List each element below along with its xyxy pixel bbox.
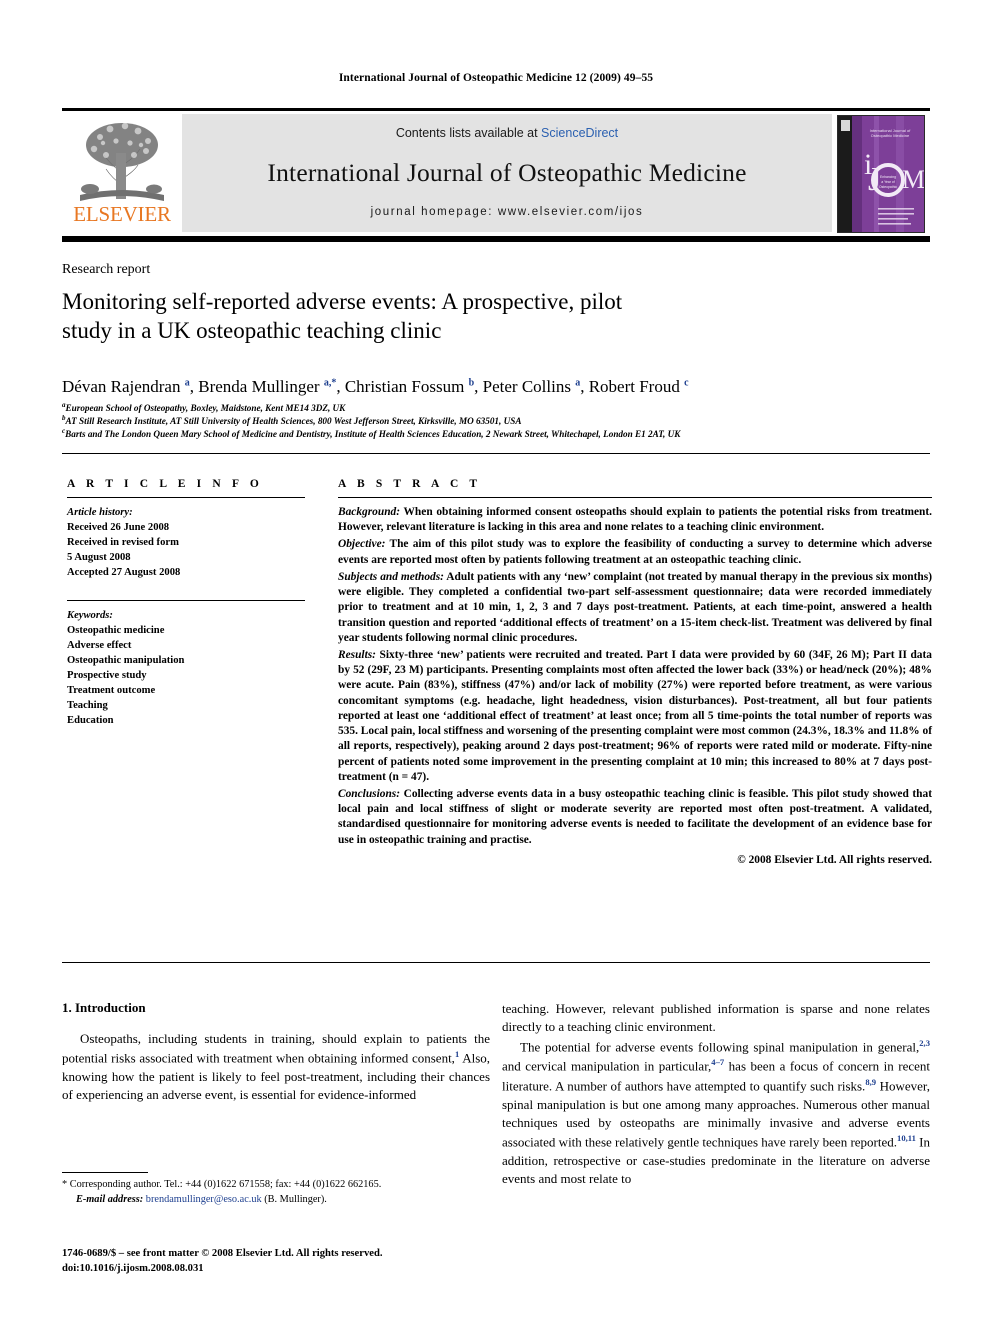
citation-ref[interactable]: 8,9 bbox=[865, 1077, 876, 1087]
abstract-text-background: When obtaining informed consent osteopat… bbox=[338, 506, 932, 534]
abstract-label-conclusions: Conclusions: bbox=[338, 787, 401, 800]
abstract-band-bottom-rule bbox=[62, 962, 930, 963]
svg-text:M: M bbox=[902, 165, 925, 194]
affiliation-c: cBarts and The London Queen Mary School … bbox=[62, 426, 942, 441]
publisher-logo: ELSEVIER bbox=[62, 111, 182, 236]
keywords-block: Keywords: Osteopathic medicine Adverse e… bbox=[67, 608, 305, 728]
author-list: Dévan Rajendran a, Brenda Mullinger a,*,… bbox=[62, 377, 689, 396]
journal-masthead: ELSEVIER Contents lists available at Sci… bbox=[62, 108, 930, 242]
citation-ref[interactable]: 10,11 bbox=[897, 1133, 916, 1143]
issn-front-matter: 1746-0689/$ – see front matter © 2008 El… bbox=[62, 1248, 383, 1259]
citation-ref[interactable]: 2,3 bbox=[919, 1038, 930, 1048]
keyword-item: Osteopathic medicine bbox=[67, 625, 165, 637]
abstract-paragraph-results: Results: Sixty-three ‘new’ patients were… bbox=[338, 648, 932, 785]
keywords-label: Keywords: bbox=[67, 610, 113, 622]
keyword-item: Adverse effect bbox=[67, 640, 132, 652]
abstract-paragraph-background: Background: When obtaining informed cons… bbox=[338, 505, 932, 535]
intro-paragraph-2: The potential for adverse events followi… bbox=[502, 1037, 930, 1187]
article-history-block: Article history: Received 26 June 2008 R… bbox=[67, 505, 305, 580]
corresponding-author-text: Corresponding author. Tel.: +44 (0)1622 … bbox=[67, 1179, 382, 1190]
journal-cover-thumbnail: International Journal of Osteopathic Med… bbox=[837, 114, 925, 233]
contents-list-line: Contents lists available at ScienceDirec… bbox=[396, 126, 618, 140]
keyword-item: Prospective study bbox=[67, 670, 147, 682]
abstract-paragraph-objective: Objective: The aim of this pilot study w… bbox=[338, 537, 932, 567]
citation-ref[interactable]: 1 bbox=[455, 1049, 459, 1059]
abstract-text-conclusions: Collecting adverse events data in a busy… bbox=[338, 787, 932, 846]
journal-homepage[interactable]: journal homepage: www.elsevier.com/ijos bbox=[371, 206, 644, 218]
abstract-heading: A B S T R A C T bbox=[338, 478, 482, 490]
history-line-2: Received in revised form bbox=[67, 537, 179, 549]
abstract-band-top-rule bbox=[62, 453, 930, 454]
elsevier-tree-icon bbox=[70, 115, 174, 203]
journal-cover: International Journal of Osteopathic Med… bbox=[832, 111, 930, 236]
affiliation-text-c: Barts and The London Queen Mary School o… bbox=[65, 429, 681, 440]
affiliation-text-b: AT Still Research Institute, AT Still Un… bbox=[65, 416, 522, 427]
email-link[interactable]: brendamullinger@eso.ac.uk bbox=[146, 1194, 262, 1205]
article-info-heading: A R T I C L E I N F O bbox=[67, 478, 263, 490]
article-page: International Journal of Osteopathic Med… bbox=[0, 0, 992, 1323]
email-owner: (B. Mullinger). bbox=[261, 1193, 327, 1205]
running-head: International Journal of Osteopathic Med… bbox=[338, 72, 654, 84]
footnote-rule bbox=[62, 1172, 148, 1173]
keyword-item: Education bbox=[67, 715, 114, 727]
abstract-body: Background: When obtaining informed cons… bbox=[338, 505, 932, 868]
body-column-right: teaching. However, relevant published in… bbox=[502, 1000, 930, 1189]
article-history-label: Article history: bbox=[67, 507, 133, 518]
article-info-rule bbox=[67, 497, 305, 498]
svg-text:Osteopathic Medicine: Osteopathic Medicine bbox=[871, 133, 910, 138]
article-title-line-1: Monitoring self-reported adverse events:… bbox=[62, 289, 623, 314]
email-label: E-mail address: bbox=[76, 1193, 144, 1205]
corresponding-author-line: * Corresponding author. Tel.: +44 (0)162… bbox=[62, 1178, 492, 1193]
article-type-kicker: Research report bbox=[62, 262, 151, 277]
article-info-column: A R T I C L E I N F O Article history: R… bbox=[67, 478, 305, 728]
journal-band: Contents lists available at ScienceDirec… bbox=[182, 114, 832, 232]
svg-text:a Year of: a Year of bbox=[881, 180, 894, 184]
abstract-label-objective: Objective: bbox=[338, 538, 386, 551]
abstract-column: A B S T R A C T Background: When obtaini… bbox=[338, 478, 932, 868]
article-title: Monitoring self-reported adverse events:… bbox=[62, 287, 852, 346]
abstract-text-results: Sixty-three ‘new’ patients were recruite… bbox=[338, 648, 932, 783]
keywords-rule bbox=[67, 600, 305, 602]
history-line-1: Received 26 June 2008 bbox=[67, 522, 170, 534]
abstract-label-methods: Subjects and methods: bbox=[338, 570, 444, 583]
intro-paragraph-1-continued: teaching. However, relevant published in… bbox=[502, 1001, 930, 1035]
abstract-text-objective: The aim of this pilot study was to explo… bbox=[338, 538, 932, 566]
intro-paragraph-1: Osteopaths, including students in traini… bbox=[62, 1031, 490, 1103]
sciencedirect-link[interactable]: ScienceDirect bbox=[541, 126, 618, 140]
section-heading-introduction: 1. Introduction bbox=[62, 1000, 146, 1015]
abstract-label-background: Background: bbox=[338, 506, 401, 518]
keyword-item: Teaching bbox=[67, 700, 108, 712]
history-line-4: Accepted 27 August 2008 bbox=[67, 567, 181, 579]
abstract-rule bbox=[338, 497, 932, 498]
imprint-block: 1746-0689/$ – see front matter © 2008 El… bbox=[62, 1246, 502, 1277]
svg-text:Enhancing: Enhancing bbox=[880, 175, 896, 179]
abstract-paragraph-conclusions: Conclusions: Collecting adverse events d… bbox=[338, 787, 932, 848]
elsevier-wordmark: ELSEVIER bbox=[73, 202, 171, 226]
keyword-item: Osteopathic manipulation bbox=[67, 655, 185, 667]
abstract-copyright: © 2008 Elsevier Ltd. All rights reserved… bbox=[737, 853, 932, 866]
doi-line: doi:10.1016/j.ijosm.2008.08.031 bbox=[62, 1263, 204, 1275]
affiliation-text-a: European School of Osteopathy, Boxley, M… bbox=[65, 403, 346, 414]
body-column-left: 1. Introduction Osteopaths, including st… bbox=[62, 1000, 490, 1105]
corresponding-author-note: * Corresponding author. Tel.: +44 (0)162… bbox=[62, 1178, 492, 1207]
history-line-3: 5 August 2008 bbox=[67, 552, 131, 564]
abstract-paragraph-methods: Subjects and methods: Adult patients wit… bbox=[338, 570, 932, 646]
abstract-label-results: Results: bbox=[338, 648, 376, 661]
contents-prefix: Contents lists available at bbox=[395, 126, 542, 140]
email-line: E-mail address: brendamullinger@eso.ac.u… bbox=[62, 1193, 492, 1208]
article-title-line-2: study in a UK osteopathic teaching clini… bbox=[62, 318, 442, 344]
keyword-item: Treatment outcome bbox=[67, 685, 156, 697]
citation-ref[interactable]: 4–7 bbox=[711, 1057, 724, 1067]
svg-text:Osteopathic: Osteopathic bbox=[879, 185, 897, 189]
journal-title: International Journal of Osteopathic Med… bbox=[267, 158, 747, 187]
